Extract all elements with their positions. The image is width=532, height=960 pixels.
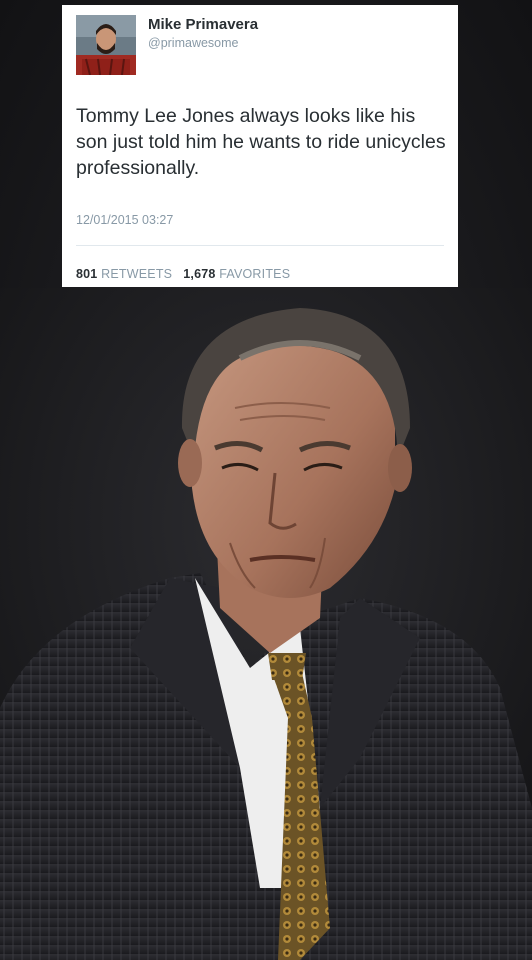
avatar[interactable] bbox=[76, 15, 136, 75]
tweet-timestamp[interactable]: 12/01/2015 03:27 bbox=[76, 213, 173, 227]
divider bbox=[76, 245, 444, 246]
display-name[interactable]: Mike Primavera bbox=[148, 16, 258, 33]
favorites-stat[interactable]: 1,678 FAVORITES bbox=[183, 267, 290, 281]
tie-knot bbox=[268, 653, 306, 680]
retweets-label: RETWEETS bbox=[101, 267, 173, 281]
retweets-count: 801 bbox=[76, 267, 98, 281]
avatar-image bbox=[76, 15, 136, 75]
favorites-label: FAVORITES bbox=[219, 267, 291, 281]
tweet-stats: 801 RETWEETS 1,678 FAVORITES bbox=[76, 267, 290, 281]
favorites-count: 1,678 bbox=[183, 267, 216, 281]
user-handle[interactable]: @primawesome bbox=[148, 36, 239, 50]
tweet-text: Tommy Lee Jones always looks like his so… bbox=[76, 105, 446, 179]
tweet-card: Mike Primavera @primawesome Tommy Lee Jo… bbox=[62, 5, 458, 287]
portrait-photo bbox=[0, 288, 532, 960]
retweets-stat[interactable]: 801 RETWEETS bbox=[76, 267, 176, 281]
